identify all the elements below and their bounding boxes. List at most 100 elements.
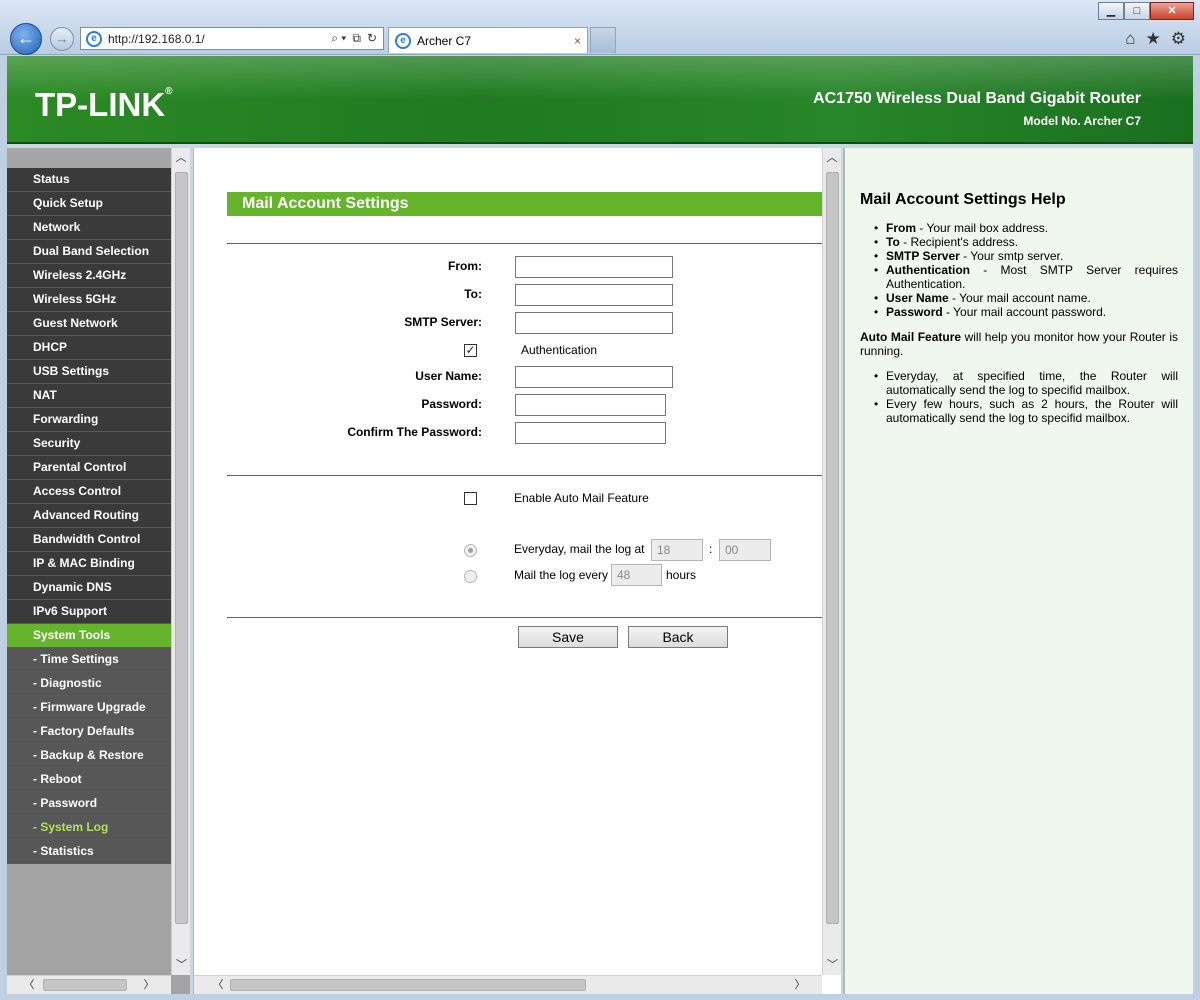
menu-item-ipv6-support[interactable]: IPv6 Support bbox=[7, 600, 171, 624]
new-tab-button[interactable] bbox=[590, 27, 616, 53]
help-item-smtp-server: SMTP Server - Your smtp server. bbox=[874, 249, 1178, 263]
favorites-icon[interactable]: ★ bbox=[1146, 29, 1161, 49]
tp-link-logo: TP-LINK® bbox=[35, 86, 173, 123]
submenu-item-firmware-upgrade[interactable]: - Firmware Upgrade bbox=[7, 696, 171, 720]
address-bar[interactable]: e http://192.168.0.1/ ⌕ ▾ ⧉ ↻ bbox=[80, 27, 384, 50]
main-scroll-right-icon[interactable]: 〉 bbox=[790, 976, 810, 994]
divider-bottom bbox=[227, 617, 823, 618]
help-item-from: From - Your mail box address. bbox=[874, 221, 1178, 235]
minimize-button[interactable]: ▁ bbox=[1098, 2, 1124, 20]
refresh-icon[interactable]: ↻ bbox=[367, 31, 377, 46]
menu-item-bandwidth-control[interactable]: Bandwidth Control bbox=[7, 528, 171, 552]
router-header: TP-LINK® AC1750 Wireless Dual Band Gigab… bbox=[7, 56, 1193, 144]
main-scroll-up-icon[interactable]: ︿ bbox=[823, 148, 841, 168]
product-name: AC1750 Wireless Dual Band Gigabit Router bbox=[813, 90, 1141, 107]
everyday-hour-input[interactable]: 18 bbox=[651, 539, 703, 561]
menu-item-system-tools[interactable]: System Tools bbox=[7, 624, 171, 648]
menu-item-wireless-24ghz[interactable]: Wireless 2.4GHz bbox=[7, 264, 171, 288]
everyday-minute-input[interactable]: 00 bbox=[719, 539, 771, 561]
tab-title: Archer C7 bbox=[417, 33, 472, 48]
window-edge-bottom bbox=[0, 994, 1200, 1000]
every-hours-input[interactable]: 48 bbox=[611, 564, 662, 586]
menu-item-status[interactable]: Status bbox=[7, 168, 171, 192]
home-icon[interactable]: ⌂ bbox=[1125, 29, 1135, 49]
menu-scroll-left-icon[interactable]: 〈 bbox=[19, 976, 39, 994]
submenu-item-backup-restore[interactable]: - Backup & Restore bbox=[7, 744, 171, 768]
close-window-button[interactable]: ✕ bbox=[1150, 2, 1194, 20]
to-input[interactable] bbox=[515, 284, 673, 306]
menu-item-security[interactable]: Security bbox=[7, 432, 171, 456]
menu-item-forwarding[interactable]: Forwarding bbox=[7, 408, 171, 432]
submenu-item-statistics[interactable]: - Statistics bbox=[7, 840, 171, 864]
help-item-password: Password - Your mail account password. bbox=[874, 305, 1178, 319]
main-scroll-down-icon[interactable]: ﹀ bbox=[823, 955, 842, 975]
menu-item-guest-network[interactable]: Guest Network bbox=[7, 312, 171, 336]
main-horizontal-scrollbar[interactable]: 〈 〉 bbox=[194, 975, 822, 994]
help-title: Mail Account Settings Help bbox=[860, 191, 1066, 208]
smtp-row: SMTP Server: bbox=[227, 312, 823, 334]
settings-gear-icon[interactable]: ⚙ bbox=[1171, 29, 1186, 49]
every-hours-radio[interactable] bbox=[464, 570, 477, 583]
confirm-password-input[interactable] bbox=[515, 422, 666, 444]
menu-scroll-down-icon[interactable]: ﹀ bbox=[172, 955, 191, 975]
menu-scroll-up-icon[interactable]: ︿ bbox=[172, 148, 190, 168]
back-button[interactable]: ← bbox=[10, 23, 42, 55]
save-button[interactable]: Save bbox=[518, 626, 618, 648]
everyday-radio[interactable] bbox=[464, 544, 477, 557]
username-label: User Name: bbox=[415, 369, 482, 383]
menu-item-parental-control[interactable]: Parental Control bbox=[7, 456, 171, 480]
menu-item-ip-mac-binding[interactable]: IP & MAC Binding bbox=[7, 552, 171, 576]
menu-item-network[interactable]: Network bbox=[7, 216, 171, 240]
model-number: Model No. Archer C7 bbox=[1023, 114, 1141, 128]
username-input[interactable] bbox=[515, 366, 673, 388]
window-controls: ▁ □ ✕ bbox=[1098, 2, 1194, 20]
search-icon[interactable]: ⌕ ▾ bbox=[331, 31, 346, 46]
time-separator: : bbox=[709, 542, 713, 556]
main-frame: Mail Account Settings From: To: SMTP Ser… bbox=[193, 148, 841, 994]
browser-tab[interactable]: e Archer C7 × bbox=[388, 27, 588, 53]
auto-mail-checkbox[interactable] bbox=[464, 492, 477, 505]
address-tools: ⌕ ▾ ⧉ ↻ bbox=[331, 31, 377, 46]
main-hscroll-thumb[interactable] bbox=[230, 979, 586, 991]
help-auto-item-every-hours: Every few hours, such as 2 hours, the Ro… bbox=[874, 397, 1178, 425]
menu-item-dhcp[interactable]: DHCP bbox=[7, 336, 171, 360]
confirm-password-label: Confirm The Password: bbox=[347, 425, 482, 439]
submenu-item-diagnostic[interactable]: - Diagnostic bbox=[7, 672, 171, 696]
maximize-button[interactable]: □ bbox=[1124, 2, 1150, 20]
smtp-server-label: SMTP Server: bbox=[404, 315, 482, 329]
forward-button[interactable]: → bbox=[50, 27, 74, 51]
divider-top bbox=[227, 243, 823, 244]
ie-icon: e bbox=[86, 30, 102, 47]
main-scroll-left-icon[interactable]: 〈 bbox=[208, 976, 228, 994]
password-input[interactable] bbox=[515, 394, 666, 416]
menu-hscroll-thumb[interactable] bbox=[43, 979, 127, 991]
compatibility-icon[interactable]: ⧉ bbox=[352, 31, 361, 46]
from-input[interactable] bbox=[515, 256, 673, 278]
menu-scroll-thumb[interactable] bbox=[175, 172, 188, 924]
menu-horizontal-scrollbar[interactable]: 〈 〉 bbox=[7, 975, 171, 994]
smtp-server-input[interactable] bbox=[515, 312, 673, 334]
main-scroll-thumb[interactable] bbox=[826, 172, 839, 924]
main-vertical-scrollbar[interactable]: ︿ ﹀ bbox=[822, 148, 841, 975]
address-url[interactable]: http://192.168.0.1/ bbox=[108, 32, 331, 46]
close-tab-icon[interactable]: × bbox=[574, 34, 581, 48]
submenu-item-factory-defaults[interactable]: - Factory Defaults bbox=[7, 720, 171, 744]
submenu-item-time-settings[interactable]: - Time Settings bbox=[7, 648, 171, 672]
menu-item-quick-setup[interactable]: Quick Setup bbox=[7, 192, 171, 216]
help-item-to: To - Recipient's address. bbox=[874, 235, 1178, 249]
authentication-checkbox[interactable]: ✓ bbox=[464, 344, 477, 357]
back-button-form[interactable]: Back bbox=[628, 626, 728, 648]
menu-scroll-right-icon[interactable]: 〉 bbox=[139, 976, 159, 994]
help-auto-item-everyday: Everyday, at specified time, the Router … bbox=[874, 369, 1178, 397]
menu-item-nat[interactable]: NAT bbox=[7, 384, 171, 408]
menu-item-dual-band-selection[interactable]: Dual Band Selection bbox=[7, 240, 171, 264]
submenu-item-reboot[interactable]: - Reboot bbox=[7, 768, 171, 792]
submenu-item-system-log[interactable]: - System Log bbox=[7, 816, 171, 840]
menu-item-wireless-5ghz[interactable]: Wireless 5GHz bbox=[7, 288, 171, 312]
menu-vertical-scrollbar[interactable]: ︿ ﹀ bbox=[171, 148, 190, 975]
menu-item-advanced-routing[interactable]: Advanced Routing bbox=[7, 504, 171, 528]
menu-item-usb-settings[interactable]: USB Settings bbox=[7, 360, 171, 384]
menu-item-dynamic-dns[interactable]: Dynamic DNS bbox=[7, 576, 171, 600]
menu-item-access-control[interactable]: Access Control bbox=[7, 480, 171, 504]
submenu-item-password[interactable]: - Password bbox=[7, 792, 171, 816]
